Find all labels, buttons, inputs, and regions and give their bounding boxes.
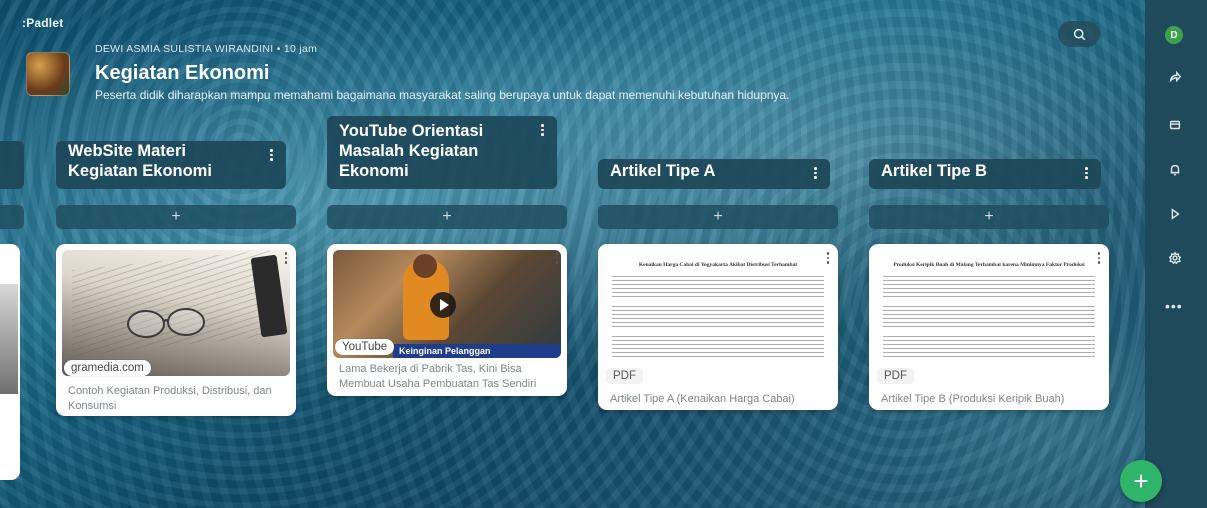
source-chip[interactable]: YouTube — [335, 339, 395, 355]
column-header-website[interactable]: WebSite Materi Kegiatan Ekonomi — [56, 141, 286, 189]
post-card-artikel-b[interactable]: Produksi Keripik Buah di Malang Terhamba… — [869, 244, 1109, 410]
column-header-artikel-a[interactable]: Artikel Tipe A — [598, 159, 830, 189]
add-post-button[interactable]: + — [598, 205, 838, 229]
post-menu-icon[interactable] — [555, 252, 558, 264]
source-chip[interactable]: gramedia.com — [64, 360, 151, 376]
post-image — [62, 250, 290, 376]
notifications-button[interactable] — [1160, 155, 1190, 185]
search-icon — [1073, 28, 1085, 40]
post-time: 10 jam — [283, 43, 318, 55]
slideshow-button[interactable] — [1160, 199, 1190, 229]
board-description: Peserta didik diharapkan mampu memahami … — [95, 88, 790, 102]
partial-card[interactable] — [0, 244, 20, 480]
share-icon — [1169, 70, 1182, 83]
column-title: WebSite Materi Kegiatan Ekonomi — [68, 142, 212, 180]
pdf-preview: Produksi Keripik Buah di Malang Terhamba… — [883, 262, 1095, 382]
add-post-fab[interactable]: + — [1120, 460, 1162, 502]
column-header-artikel-b[interactable]: Artikel Tipe B — [869, 159, 1101, 189]
post-menu-icon[interactable] — [284, 252, 287, 264]
column-header-youtube[interactable]: YouTube Orientasi Masalah Kegiatan Ekono… — [327, 116, 557, 189]
bell-icon — [1170, 164, 1180, 176]
pdf-title: Produksi Keripik Buah di Malang Terhamba… — [893, 262, 1085, 268]
partial-add-bar[interactable] — [0, 205, 24, 229]
pdf-chip: PDF — [606, 368, 643, 384]
pdf-chip: PDF — [877, 368, 914, 384]
glasses-image — [127, 308, 205, 338]
column-menu-icon[interactable] — [541, 124, 545, 136]
play-icon[interactable] — [430, 292, 456, 318]
right-sidebar: D ••• — [1145, 0, 1207, 508]
board-title: Kegiatan Ekonomi — [95, 62, 270, 84]
post-menu-icon[interactable] — [826, 252, 829, 264]
slideshow-icon — [1171, 208, 1180, 220]
post-card-website[interactable]: gramedia.com Contoh Kegiatan Produksi, D… — [56, 244, 296, 416]
post-card-youtube[interactable]: Keinginan Pelanggan YouTube Lama Bekerja… — [327, 244, 567, 396]
column-title: Artikel Tipe B — [881, 162, 988, 180]
column-menu-icon[interactable] — [1085, 167, 1089, 179]
share-button[interactable] — [1160, 62, 1190, 92]
author-line: DEWI ASMIA SULISTIA WIRANDINI • 10 jam — [95, 43, 317, 55]
separator: • — [276, 43, 281, 55]
settings-button[interactable] — [1160, 243, 1190, 273]
post-caption: Artikel Tipe A (Kenaikan Harga Cabai) — [610, 393, 795, 405]
partial-column-header — [0, 141, 24, 189]
partial-card-image — [0, 284, 18, 394]
user-avatar[interactable]: D — [1165, 26, 1183, 44]
board-icon — [26, 52, 70, 96]
pdf-title: Kenaikan Harga Cabai di Yogyakarta Akiba… — [638, 262, 798, 268]
add-post-button[interactable]: + — [327, 205, 567, 229]
remake-icon — [1169, 120, 1181, 130]
column-title: Artikel Tipe A — [610, 162, 716, 180]
post-menu-icon[interactable] — [1097, 252, 1100, 264]
pdf-preview: Kenaikan Harga Cabai di Yogyakarta Akiba… — [612, 262, 824, 382]
author-name[interactable]: DEWI ASMIA SULISTIA WIRANDINI — [95, 43, 273, 55]
padlet-logo[interactable]: :Padlet — [22, 16, 63, 30]
post-card-artikel-a[interactable]: Kenaikan Harga Cabai di Yogyakarta Akiba… — [598, 244, 838, 410]
post-caption: Contoh Kegiatan Produksi, Distribusi, da… — [68, 385, 272, 412]
search-button[interactable] — [1058, 21, 1100, 47]
settings-icon — [1168, 251, 1182, 265]
column-title: YouTube Orientasi Masalah Kegiatan Ekono… — [339, 122, 484, 180]
remake-button[interactable] — [1160, 110, 1190, 140]
add-post-button[interactable]: + — [869, 205, 1109, 229]
column-menu-icon[interactable] — [270, 149, 274, 161]
column-menu-icon[interactable] — [814, 167, 818, 179]
add-post-button[interactable]: + — [56, 205, 296, 229]
video-banner: Keinginan Pelanggan — [393, 344, 561, 358]
post-caption: Artikel Tipe B (Produksi Keripik Buah) — [881, 393, 1065, 405]
more-icon[interactable]: ••• — [1165, 298, 1183, 314]
post-caption: Lama Bekerja di Pabrik Tas, Kini Bisa Me… — [339, 363, 537, 390]
